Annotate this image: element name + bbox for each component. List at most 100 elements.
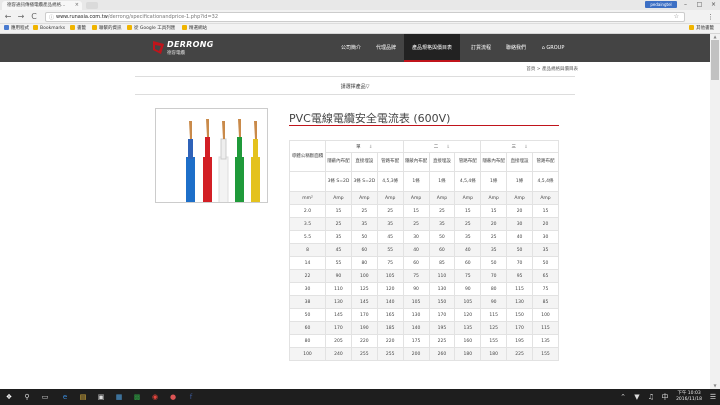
size-cell: 100 [289, 347, 326, 361]
network-icon[interactable]: ▼ [632, 392, 642, 402]
ime-icon[interactable]: 中 [660, 392, 670, 402]
amp-cell: 185 [376, 321, 404, 335]
size-cell: 5.5 [289, 230, 326, 244]
nav-specs[interactable]: 產品規格與價目表 [404, 34, 460, 62]
app-icon[interactable]: ● [168, 392, 178, 402]
maximize-button[interactable]: □ [693, 0, 706, 9]
bookmark-folder[interactable]: 從 Google 工具列匯 [127, 24, 175, 34]
minimize-button[interactable]: – [679, 0, 692, 9]
unit-cell: Amp [376, 191, 404, 205]
taskbar-clock[interactable]: 下午 10:03 2016/11/18 [676, 391, 702, 403]
condition-cell [289, 171, 326, 192]
title-underline [289, 125, 559, 126]
nav-contact[interactable]: 聯絡我們 [501, 34, 531, 62]
table-row: 50 145 170 165 130 170 120 115 150 100 [289, 308, 559, 322]
condition-cell: 3條 S=2D [350, 171, 378, 192]
browser-tabstrip: 德容通訊傳播電纜產品規格… × pedaingtel – □ × [0, 0, 720, 10]
logo-mark-icon [153, 41, 164, 54]
amp-cell: 55 [376, 243, 404, 257]
app-icon[interactable]: ▦ [114, 392, 124, 402]
search-icon[interactable]: ⚲ [22, 392, 32, 402]
bookmark-apps[interactable]: 應用程式 [4, 24, 29, 34]
amp-cell: 140 [376, 295, 404, 309]
group-header[interactable]: 二 ⇓ [402, 140, 482, 153]
size-cell: 50 [289, 308, 326, 322]
notifications-icon[interactable]: ☰ [708, 392, 718, 402]
file-explorer-icon[interactable]: ▤ [78, 392, 88, 402]
bookmark-folder[interactable]: 精選網站 [182, 24, 207, 34]
bookmark-folder[interactable]: 書籤 [70, 24, 86, 34]
product-select[interactable]: 請選擇產品▽ [150, 83, 560, 90]
amp-cell: 180 [480, 347, 508, 361]
amp-cell: 115 [506, 282, 533, 296]
address-bar[interactable]: ⓘ www.runasia.com.tw/derrong/specificati… [45, 12, 685, 22]
condition-cell: 4,5,3條 [376, 171, 404, 192]
store-icon[interactable]: ▣ [96, 392, 106, 402]
nav-ordering[interactable]: 訂貨流程 [466, 34, 496, 62]
facebook-icon[interactable]: f [186, 392, 196, 402]
group-header[interactable]: 三 ⇓ [480, 140, 559, 153]
other-bookmarks[interactable]: 其他書籤 [689, 24, 714, 34]
new-tab-button[interactable] [86, 2, 98, 9]
bookmark-star-icon[interactable]: ☆ [674, 13, 679, 21]
tray-chevron-icon[interactable]: ⌃ [618, 392, 628, 402]
breadcrumb[interactable]: 首頁 > 產品規格與價目表 [526, 66, 578, 72]
brand-name-cn: 德容電纜 [167, 51, 185, 56]
amp-cell: 35 [454, 230, 482, 244]
bookmark-folder[interactable]: 聯繫的資訊 [92, 24, 122, 34]
amp-cell: 35 [325, 230, 352, 244]
sort-arrow-icon[interactable]: ⇓ [524, 145, 528, 150]
url-path: /derrong/specificationandprice-1.php?id=… [107, 14, 219, 20]
reload-button[interactable]: C [29, 12, 39, 22]
tab-close-icon[interactable]: × [75, 1, 79, 10]
amp-cell: 150 [428, 295, 456, 309]
amp-cell: 115 [532, 321, 559, 335]
back-button[interactable]: ← [3, 12, 13, 22]
table-row: 60 170 190 185 140 195 135 125 170 115 [289, 321, 559, 335]
amp-cell: 175 [402, 334, 430, 348]
sort-arrow-icon[interactable]: ⇓ [446, 145, 450, 150]
forward-button[interactable]: → [16, 12, 26, 22]
edge-icon[interactable]: e [60, 392, 70, 402]
excel-icon[interactable]: ▩ [132, 392, 142, 402]
page-info-icon[interactable]: ⓘ [49, 14, 54, 22]
chrome-icon[interactable]: ◉ [150, 392, 160, 402]
scroll-thumb[interactable] [711, 40, 719, 80]
amp-cell: 80 [350, 256, 378, 270]
profile-button[interactable]: pedaingtel [645, 1, 677, 8]
nav-brands[interactable]: 代理品牌 [371, 34, 401, 62]
sub-header: 直接埋設 [506, 152, 533, 172]
amp-cell: 30 [402, 230, 430, 244]
unit-cell: Amp [350, 191, 378, 205]
amp-cell: 205 [325, 334, 352, 348]
browser-tab[interactable]: 德容通訊傳播電纜產品規格… × [2, 1, 82, 10]
unit-cell: Amp [402, 191, 430, 205]
browser-tab-title: 德容通訊傳播電纜產品規格… [7, 3, 66, 8]
close-window-button[interactable]: × [707, 0, 720, 9]
amp-cell: 15 [532, 204, 559, 218]
nav-group[interactable]: ⌂ GROUP [536, 34, 570, 62]
unit-cell: Amp [454, 191, 482, 205]
task-view-icon[interactable]: ▭ [40, 392, 50, 402]
page-scrollbar[interactable]: ▲ ▼ [710, 34, 720, 389]
amp-cell: 15 [480, 204, 508, 218]
amp-cell: 130 [506, 295, 533, 309]
windows-start-icon[interactable]: ❖ [4, 392, 14, 402]
sort-arrow-icon[interactable]: ⇓ [369, 145, 373, 150]
bookmark-folder[interactable]: Bookmarks [33, 24, 65, 34]
table-row: 38 130 145 140 105 150 105 90 130 85 [289, 295, 559, 309]
chrome-menu-icon[interactable]: ⋮ [707, 12, 714, 22]
amp-cell: 45 [376, 230, 404, 244]
nav-about[interactable]: 公司簡介 [334, 34, 368, 62]
amp-cell: 35 [428, 217, 456, 231]
volume-icon[interactable]: ♫ [646, 392, 656, 402]
amp-cell: 25 [428, 204, 456, 218]
amp-cell: 155 [532, 347, 559, 361]
amp-cell: 50 [506, 243, 533, 257]
group-header[interactable]: 單 ⇓ [325, 140, 404, 153]
table-row: 8 45 60 55 40 60 40 35 50 35 [289, 243, 559, 257]
amp-cell: 90 [325, 269, 352, 283]
amp-cell: 45 [325, 243, 352, 257]
amp-cell: 200 [402, 347, 430, 361]
amp-cell: 145 [350, 295, 378, 309]
